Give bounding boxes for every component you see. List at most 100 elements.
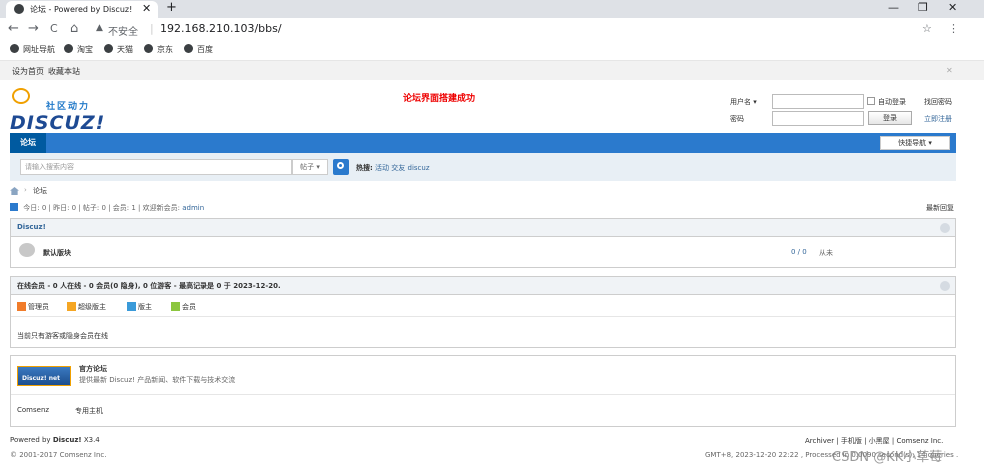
powered-prefix: Powered by: [10, 436, 51, 444]
main-nav: 论坛 快捷导航 ▾: [10, 133, 956, 153]
breadcrumb-separator: ›: [24, 186, 27, 194]
link-name[interactable]: 官方论坛: [79, 364, 107, 374]
copyright: © 2001-2017 Comsenz Inc.: [10, 451, 107, 459]
browser-menu-icon[interactable]: ⋮: [948, 22, 959, 35]
globe-icon: [64, 44, 73, 53]
online-box: 在线会员 - 0 人在线 - 0 会员(0 隐身), 0 位游客 - 最高记录是…: [10, 276, 956, 348]
new-posts-link[interactable]: 最新回复: [926, 203, 954, 213]
admin-user-icon: [17, 302, 26, 311]
username-input[interactable]: [772, 94, 864, 109]
minimize-button[interactable]: —: [888, 1, 899, 14]
tab-close-icon[interactable]: ✕: [142, 2, 151, 15]
new-tab-button[interactable]: +: [166, 0, 177, 15]
mod-user-icon: [127, 302, 136, 311]
address-bar: ← → C ⌂ ▲ 不安全 | 192.168.210.103/bbs/ ☆ ⋮: [0, 18, 984, 42]
forum-counts: 0 / 0: [791, 248, 807, 256]
online-note: 当前只有游客或隐身会员在线: [17, 332, 108, 340]
link-desc: 提供最新 Discuz! 产品新闻、软件下载与技术交流: [79, 376, 236, 384]
hot-item[interactable]: 活动: [375, 164, 389, 172]
forum-name[interactable]: 默认版块: [43, 248, 71, 258]
password-label: 密码: [730, 115, 744, 123]
links-box: Discuz! net 官方论坛 提供最新 Discuz! 产品新闻、软件下载与…: [10, 355, 956, 427]
bookmark-item[interactable]: 天猫: [104, 44, 133, 55]
auto-login-checkbox[interactable]: [867, 97, 875, 105]
bookmark-item[interactable]: 京东: [144, 44, 173, 55]
search-type-select[interactable]: 帖子 ▾: [292, 159, 328, 175]
search-input[interactable]: 请输入搜索内容: [20, 159, 292, 175]
reload-button[interactable]: C: [50, 22, 58, 35]
bookmark-site-link[interactable]: 收藏本站: [48, 66, 80, 77]
powered-by: Powered by Discuz! X3.4: [10, 436, 100, 444]
nav-item-forum[interactable]: 论坛: [10, 133, 46, 153]
bookmark-item[interactable]: 网址导航: [10, 44, 55, 55]
omnibox-separator: |: [150, 22, 154, 35]
find-password-link[interactable]: 找回密码: [924, 97, 952, 107]
browser-tab[interactable]: 论坛 - Powered by Discuz! ✕: [6, 1, 158, 18]
newest-member-link[interactable]: admin: [182, 204, 204, 212]
omnibox[interactable]: ▲ 不安全 | 192.168.210.103/bbs/: [90, 21, 940, 39]
forum-row: 默认版块 0 / 0 从未: [11, 237, 955, 267]
forum-last-post: 从未: [819, 249, 833, 257]
powered-version: X3.4: [83, 436, 100, 444]
member-user-icon: [171, 302, 180, 311]
quick-nav-button[interactable]: 快捷导航 ▾: [880, 136, 950, 150]
online-title[interactable]: 在线会员 - 0 人在线 - 0 会员(0 隐身), 0 位游客 - 最高记录是…: [17, 281, 281, 291]
legend-label: 超级版主: [78, 303, 106, 311]
text-link[interactable]: 专用主机: [75, 406, 103, 416]
hot-label: 热搜:: [356, 164, 373, 172]
header-banner: 论坛界面搭建成功: [403, 94, 476, 104]
discuz-net-badge[interactable]: Discuz! net: [17, 366, 71, 386]
logo-subtitle: 社区动力: [46, 102, 91, 112]
search-bar: 请输入搜索内容 帖子 ▾ 热搜: 活动 交友 discuz: [10, 153, 956, 181]
forward-button[interactable]: →: [28, 21, 39, 36]
super-mod-user-icon: [67, 302, 76, 311]
forum-stats: 今日: 0 | 昨日: 0 | 帖子: 0 | 会员: 1 | 欢迎新会员: a…: [10, 203, 204, 213]
footer-links[interactable]: Archiver | 手机版 | 小黑屋 | Comsenz Inc.: [805, 436, 943, 446]
bookmark-star-icon[interactable]: ☆: [922, 22, 932, 35]
search-button[interactable]: [333, 159, 349, 175]
online-legend: 管理员 超级版主 版主 会员: [11, 295, 955, 317]
window-close-button[interactable]: ✕: [948, 1, 957, 14]
home-button[interactable]: ⌂: [70, 21, 78, 36]
bookmark-item[interactable]: 百度: [184, 44, 213, 55]
legend-label: 管理员: [28, 303, 49, 311]
home-icon[interactable]: [10, 187, 19, 195]
collapse-icon[interactable]: [940, 281, 950, 291]
links-divider: [11, 394, 955, 395]
hot-item[interactable]: 交友: [391, 164, 405, 172]
search-icon: [337, 162, 344, 169]
register-link[interactable]: 立即注册: [924, 114, 952, 124]
hot-searches: 热搜: 活动 交友 discuz: [356, 163, 430, 173]
password-input[interactable]: [772, 111, 864, 126]
username-label[interactable]: 用户名 ▾: [730, 97, 757, 107]
globe-icon: [184, 44, 193, 53]
back-button[interactable]: ←: [8, 21, 19, 36]
legend-label: 会员: [182, 303, 196, 311]
logo-bubble-icon: [12, 88, 30, 104]
hot-item[interactable]: discuz: [408, 164, 430, 172]
globe-icon: [104, 44, 113, 53]
category-title[interactable]: Discuz!: [17, 223, 46, 231]
toolbar-close-icon[interactable]: ✕: [946, 66, 953, 75]
set-home-link[interactable]: 设为首页: [12, 66, 44, 77]
stats-chart-icon: [10, 203, 18, 211]
browser-tab-bar: 论坛 - Powered by Discuz! ✕ + — ❐ ✕: [0, 0, 984, 18]
online-header: 在线会员 - 0 人在线 - 0 会员(0 隐身), 0 位游客 - 最高记录是…: [11, 277, 955, 295]
legend-label: 版主: [138, 303, 152, 311]
text-link[interactable]: Comsenz: [17, 406, 49, 414]
globe-icon: [14, 4, 24, 14]
collapse-icon[interactable]: [940, 223, 950, 233]
maximize-button[interactable]: ❐: [918, 1, 928, 14]
login-button[interactable]: 登录: [868, 111, 912, 125]
security-label[interactable]: 不安全: [108, 23, 138, 38]
logo-text: DISCUZ!: [10, 112, 106, 134]
breadcrumb-current[interactable]: 论坛: [33, 186, 47, 196]
stats-text: 今日: 0 | 昨日: 0 | 帖子: 0 | 会员: 1 | 欢迎新会员:: [23, 204, 180, 212]
bookmark-item[interactable]: 淘宝: [64, 44, 93, 55]
site-logo[interactable]: 社区动力 DISCUZ!: [10, 88, 104, 134]
globe-icon: [144, 44, 153, 53]
tab-title: 论坛 - Powered by Discuz!: [30, 5, 133, 14]
url-text[interactable]: 192.168.210.103/bbs/: [160, 22, 282, 35]
warning-icon: ▲: [96, 23, 103, 33]
powered-brand[interactable]: Discuz!: [53, 436, 82, 444]
